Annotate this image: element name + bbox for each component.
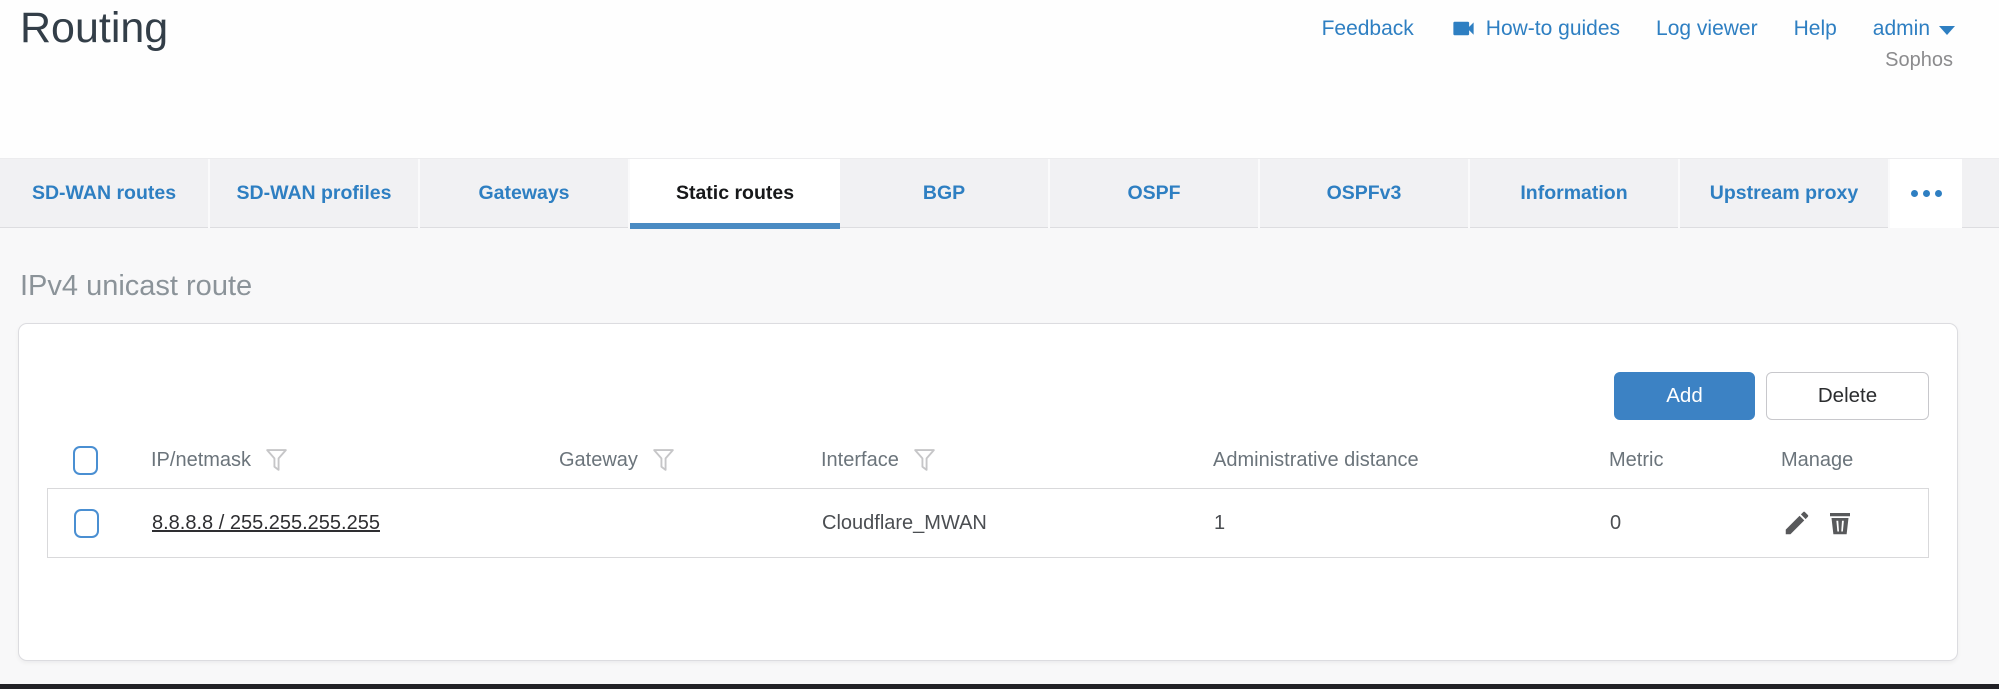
static-routes-table: IP/netmask Gateway Interface: [47, 432, 1929, 558]
window-bottom-edge: [0, 684, 1999, 689]
user-menu-label: admin: [1873, 17, 1930, 41]
howto-guides-label: How-to guides: [1486, 17, 1620, 41]
tab-bgp[interactable]: BGP: [840, 159, 1050, 228]
tab-ospfv3[interactable]: OSPFv3: [1260, 159, 1470, 228]
column-header-administrative-distance: Administrative distance: [1193, 449, 1589, 472]
brand-label: Sophos: [1885, 49, 1953, 72]
filter-funnel-icon[interactable]: [651, 447, 676, 474]
trash-icon[interactable]: [1825, 508, 1855, 538]
feedback-link[interactable]: Feedback: [1322, 17, 1414, 41]
page-title: Routing: [20, 4, 168, 53]
row-select-checkbox[interactable]: [74, 509, 99, 538]
table-row: 8.8.8.8 / 255.255.255.255 Cloudflare_MWA…: [47, 488, 1929, 558]
ellipsis-icon: [1911, 190, 1918, 197]
user-menu[interactable]: admin: [1873, 17, 1955, 41]
filter-funnel-icon[interactable]: [264, 447, 289, 474]
cell-manage: [1762, 508, 1928, 538]
videocam-icon: [1450, 15, 1477, 42]
tab-static-routes[interactable]: Static routes: [630, 159, 840, 228]
tab-upstream-proxy[interactable]: Upstream proxy: [1680, 159, 1890, 228]
table-header-row: IP/netmask Gateway Interface: [47, 432, 1929, 488]
cell-interface: Cloudflare_MWAN: [802, 512, 1194, 535]
select-all-checkbox[interactable]: [73, 446, 98, 475]
ip-netmask-link[interactable]: 8.8.8.8 / 255.255.255.255: [152, 512, 380, 534]
delete-button[interactable]: Delete: [1766, 372, 1929, 420]
column-header-interface: Interface: [801, 447, 1193, 474]
column-header-gateway: Gateway: [539, 447, 801, 474]
cell-administrative-distance: 1: [1194, 512, 1590, 535]
top-nav: Feedback How-to guides Log viewer Help a…: [1322, 15, 1955, 42]
tab-sd-wan-profiles[interactable]: SD-WAN profiles: [210, 159, 420, 228]
column-header-ip-netmask: IP/netmask: [131, 447, 539, 474]
panel-toolbar: Add Delete: [47, 372, 1929, 420]
caret-down-icon: [1939, 26, 1955, 35]
content-area: IPv4 unicast route Add Delete IP/netmask…: [0, 228, 1999, 687]
ipv4-unicast-route-panel: Add Delete IP/netmask Gateway: [18, 323, 1958, 661]
more-tabs-button[interactable]: [1890, 159, 1962, 228]
tab-bar: SD-WAN routes SD-WAN profiles Gateways S…: [0, 158, 1999, 228]
pencil-icon[interactable]: [1782, 508, 1812, 538]
log-viewer-link[interactable]: Log viewer: [1656, 17, 1758, 41]
tab-gateways[interactable]: Gateways: [420, 159, 630, 228]
cell-ip-netmask: 8.8.8.8 / 255.255.255.255: [132, 512, 540, 535]
cell-metric: 0: [1590, 512, 1762, 535]
filter-funnel-icon[interactable]: [912, 447, 937, 474]
howto-guides-link[interactable]: How-to guides: [1450, 15, 1620, 42]
page-header: Routing Feedback How-to guides Log viewe…: [0, 0, 1999, 158]
tab-information[interactable]: Information: [1470, 159, 1680, 228]
section-title: IPv4 unicast route: [20, 270, 252, 303]
tab-ospf[interactable]: OSPF: [1050, 159, 1260, 228]
add-button[interactable]: Add: [1614, 372, 1755, 420]
column-header-metric: Metric: [1589, 449, 1761, 472]
help-link[interactable]: Help: [1794, 17, 1837, 41]
column-header-manage: Manage: [1761, 449, 1929, 472]
tab-sd-wan-routes[interactable]: SD-WAN routes: [0, 159, 210, 228]
